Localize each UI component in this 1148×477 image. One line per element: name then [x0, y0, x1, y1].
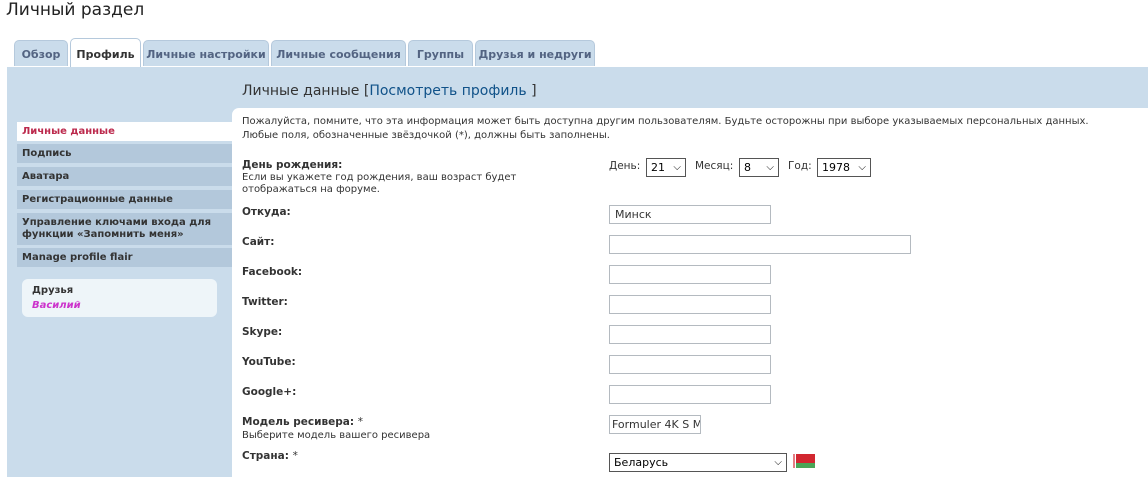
facebook-label: Facebook: [242, 266, 303, 278]
friends-label: Друзья [32, 285, 74, 296]
youtube-label: YouTube: [242, 356, 296, 368]
twitter-label: Twitter: [242, 296, 288, 308]
view-profile-link[interactable]: Посмотреть профиль [369, 83, 526, 99]
chevron-down-icon: ⌵ [774, 457, 782, 468]
sidebar-item-personal-data[interactable]: Личные данные [17, 122, 232, 141]
day-select-value: 21 [651, 161, 665, 174]
bracket-close: ] [531, 83, 537, 99]
country-select[interactable]: Беларусь ⌵ [609, 453, 787, 472]
belarus-flag-icon [792, 454, 815, 468]
sidebar-item-registration[interactable]: Регистрационные данные [17, 190, 232, 209]
tab-groups[interactable]: Группы [408, 40, 473, 66]
tab-overview[interactable]: Обзор [14, 40, 68, 66]
content-heading: Личные данные [Посмотреть профиль ] [242, 83, 537, 99]
year-label: Год: [788, 160, 812, 172]
twitter-input[interactable] [609, 295, 771, 314]
country-label-row: Страна: * [242, 450, 298, 462]
notice-text: Пожалуйста, помните, что эта информация … [242, 116, 1089, 141]
page-title: Личный раздел [6, 0, 145, 20]
day-label: День: [609, 160, 641, 172]
tab-preferences[interactable]: Личные настройки [143, 40, 269, 66]
tab-profile[interactable]: Профиль [70, 38, 141, 67]
chevron-down-icon: ⌵ [766, 162, 774, 173]
chevron-down-icon: ⌵ [673, 162, 681, 173]
birthday-label: День рождения: [242, 159, 343, 171]
googleplus-label: Google+: [242, 386, 297, 398]
website-input[interactable] [609, 235, 911, 254]
receiver-label: Модель ресивера: [242, 416, 355, 428]
facebook-input[interactable] [609, 265, 771, 284]
year-select-value: 1978 [822, 161, 850, 174]
website-label: Сайт: [242, 236, 275, 248]
content-panel: Пожалуйста, помните, что эта информация … [232, 108, 1148, 477]
sidebar-item-signature[interactable]: Подпись [17, 144, 232, 163]
receiver-input[interactable]: Formuler 4K S Mini [609, 415, 701, 434]
tab-friends-foes[interactable]: Друзья и недруги [475, 40, 595, 66]
skype-label: Skype: [242, 326, 283, 338]
country-label: Страна: [242, 450, 289, 462]
youtube-input[interactable] [609, 355, 771, 374]
country-select-value: Беларусь [614, 456, 669, 469]
content-title: Личные данные [242, 83, 360, 99]
skype-input[interactable] [609, 325, 771, 344]
friend-link[interactable]: Василий [32, 300, 81, 311]
month-select-value: 8 [744, 161, 751, 174]
receiver-explain: Выберите модель вашего ресивера [242, 430, 431, 441]
receiver-label-row: Модель ресивера: * [242, 416, 363, 428]
receiver-required-mark: * [357, 416, 363, 428]
location-label: Откуда: [242, 206, 291, 218]
birthday-explain: Если вы укажете год рождения, ваш возрас… [242, 172, 517, 195]
location-input[interactable]: Минск [609, 205, 771, 224]
month-select[interactable]: 8 ⌵ [739, 158, 779, 177]
year-select[interactable]: 1978 ⌵ [817, 158, 871, 177]
friends-box: Друзья Василий [22, 279, 217, 317]
sidebar-item-profile-flair[interactable]: Manage profile flair [17, 248, 232, 267]
googleplus-input[interactable] [609, 385, 771, 404]
month-label: Месяц: [695, 160, 734, 172]
tab-private-messages[interactable]: Личные сообщения [271, 40, 406, 66]
country-required-mark: * [292, 450, 298, 462]
sidebar-item-avatar[interactable]: Аватара [17, 167, 232, 186]
chevron-down-icon: ⌵ [858, 162, 866, 173]
day-select[interactable]: 21 ⌵ [646, 158, 686, 177]
sidebar-item-autologin-keys[interactable]: Управление ключами входа для функции «За… [17, 213, 232, 245]
